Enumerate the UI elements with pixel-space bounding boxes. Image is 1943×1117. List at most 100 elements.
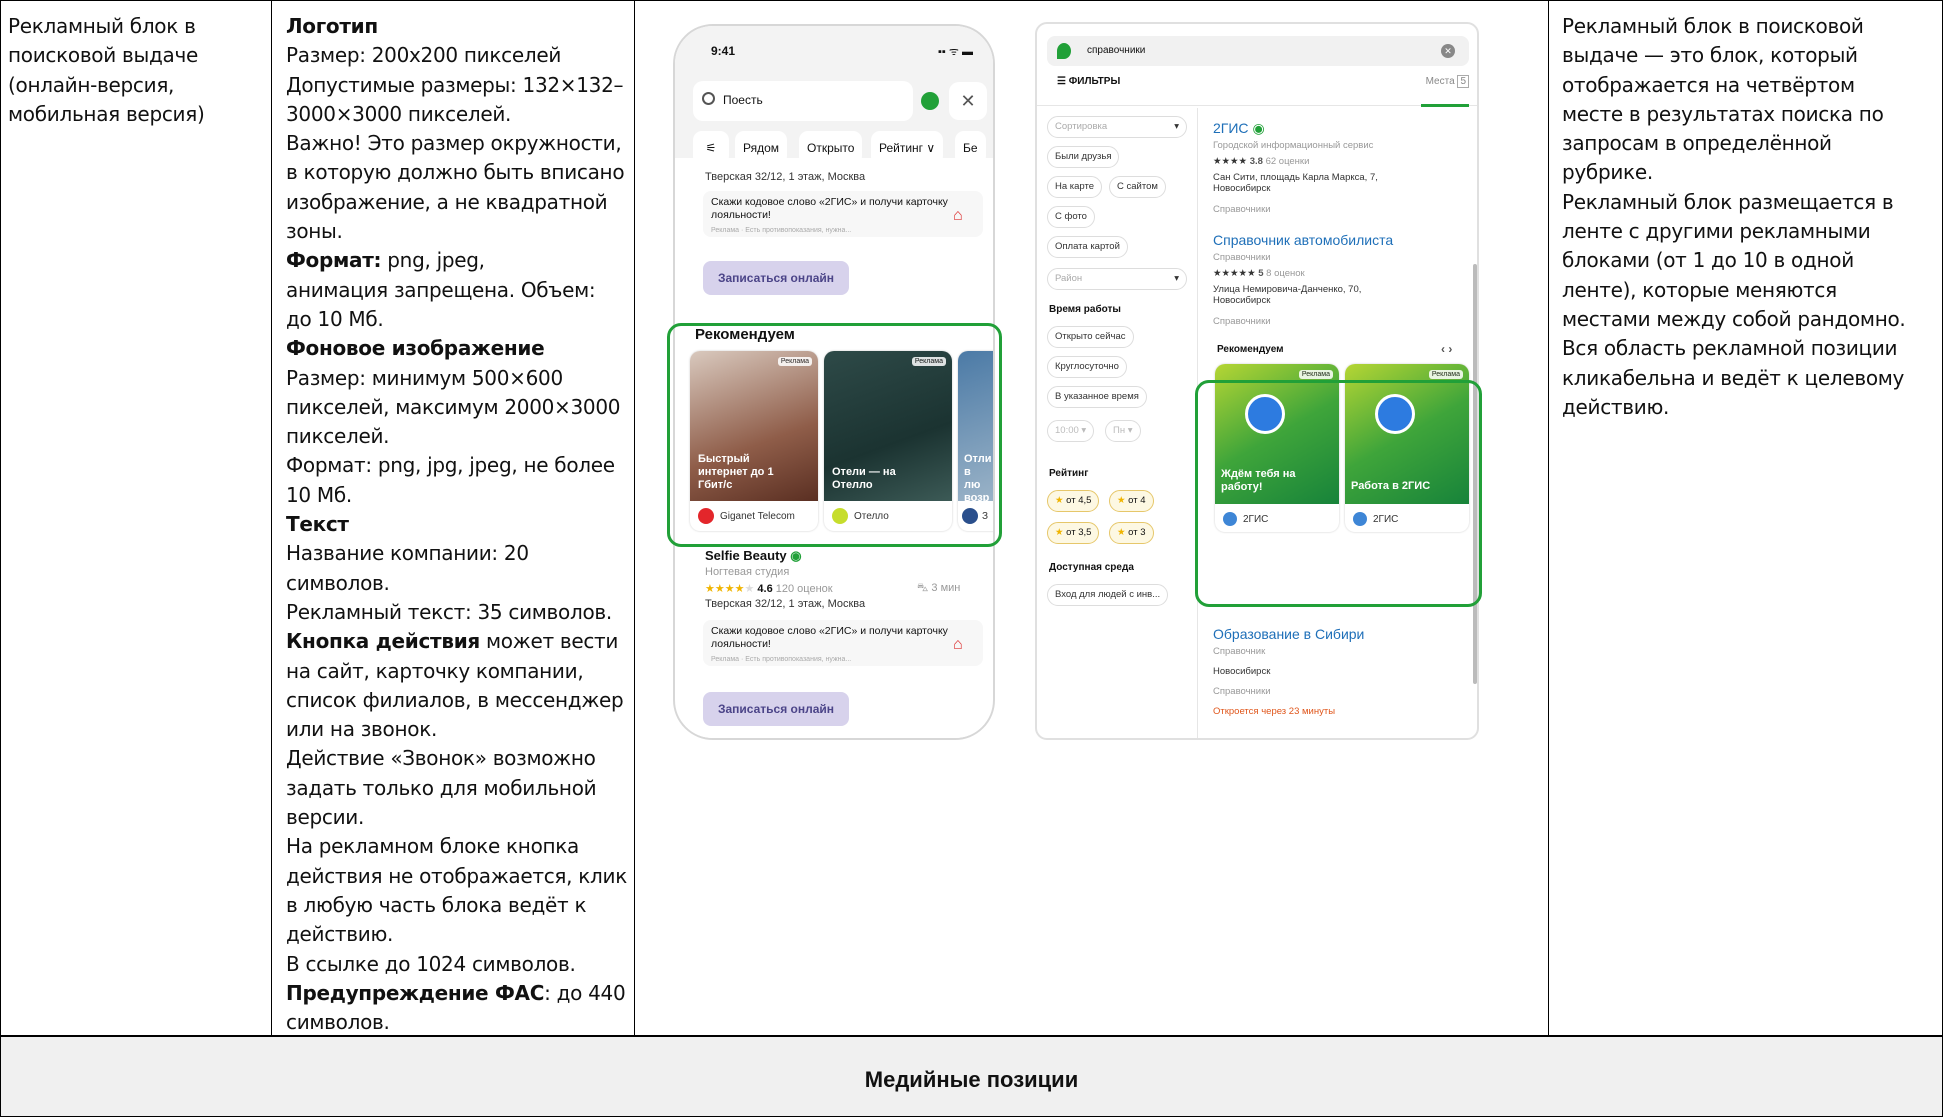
filter-with-photo[interactable]: С фото [1047,206,1095,228]
chip-nearby[interactable]: Рядом [735,131,788,165]
result-city: Новосибирск [1213,666,1271,677]
filter-24h[interactable]: Круглосуточно [1047,356,1127,378]
text: анимация запрещена. Объем: [286,277,596,302]
requirement-line: пикселей. [286,422,627,451]
requirement-line: список филиалов, в мессенджер [286,686,627,715]
filters-toggle[interactable]: ☰ ФИЛЬТРЫ [1057,76,1120,87]
rating-filter-45[interactable]: ★ от 4,5 [1047,490,1100,512]
places-tab[interactable]: Места 5 [1426,75,1469,88]
search-icon [702,92,715,105]
clear-icon[interactable]: ✕ [1441,44,1455,58]
description-line: ленте), которые меняются [1562,277,1837,302]
requirement-line: изображение, а не квадратной [286,188,627,217]
text: пикселей, максимум 2000×3000 [286,394,621,419]
time-select[interactable]: 10:00 ▾ [1047,420,1095,442]
car-icon: ⛍ [917,582,929,594]
book-online-button[interactable]: Записаться онлайн [703,692,849,726]
title-line: поисковой выдаче [8,43,198,68]
text: Важно! Это размер окружности, [286,131,622,156]
filter-open-now[interactable]: Открыто сейчас [1047,326,1134,348]
text: символов. [286,1010,390,1035]
requirement-line: Рекламный текст: 35 символов. [286,598,627,627]
requirement-line: Важно! Это размер окружности, [286,129,627,158]
search-input[interactable]: справочники ✕ [1047,36,1469,66]
result-address: Сан Сити, площадь Карла Маркса, 7, Новос… [1213,172,1378,194]
result-title-2gis[interactable]: 2ГИС ◉ [1213,120,1265,137]
rating-filter-3[interactable]: ★ от 3 [1109,522,1154,544]
section-header-media: Медийные позиции [0,1035,1943,1117]
book-online-button[interactable]: Записаться онлайн [703,261,849,295]
brand-icon: ⌂ [953,207,963,224]
sort-label: Сортировка [1055,121,1108,132]
result-card-top[interactable]: Тверская 32/12, 1 этаж, Москва Скажи код… [685,171,985,311]
requirement-line: до 10 Мб. [286,305,627,334]
rating-filter-label: от 4,5 [1066,495,1092,506]
distance-value: 3 мин [931,582,961,594]
text: Рекламный текст: 35 символов. [286,599,612,624]
reviews-count: 120 оценок [775,583,833,595]
filter-friends[interactable]: Были друзья [1047,146,1120,168]
section-title: Медийные позиции [864,1067,1079,1092]
recommend-title: Рекомендуем [1217,344,1284,355]
text: в которую должно быть вписано [286,160,625,185]
text: список филиалов, в мессенджер [286,687,624,712]
address: Тверская 32/12, 1 этаж, Москва [705,598,866,610]
filter-settings-icon[interactable]: ⚟ [693,131,729,165]
description-line: кликабельна и ведёт к целевому [1562,365,1905,390]
promo-disclaimer: Реклама · Есть противопоказания, нужна..… [711,656,852,663]
text: или на звонок. [286,717,438,742]
requirement-line: Фоновое изображение [286,334,627,363]
distance: ⛍ 3 мин [917,582,960,596]
result-title-education[interactable]: Образование в Сибири [1213,626,1364,642]
star-empty-icon: ★ [744,583,755,595]
work-time-title: Время работы [1049,304,1121,315]
filter-on-map[interactable]: На карте [1047,176,1103,198]
rating-row: ★★★★★ 4.6 120 оценок [705,582,833,595]
sort-select[interactable]: Сортировка ▾ [1047,116,1187,138]
filter-with-site[interactable]: С сайтом [1109,176,1166,198]
stars-icon: ★★★★★ [1213,268,1256,279]
rating-filter-4[interactable]: ★ от 4 [1109,490,1154,512]
title-line: мобильная версия) [8,101,205,126]
filter-accessible-entrance[interactable]: Вход для людей с инв... [1047,584,1169,606]
requirement-line: на сайт, карточку компании, [286,657,627,686]
company-type: Ногтевая студия [705,566,790,578]
requirement-line: Текст [286,510,627,539]
filter-chips: ⚟ Рядом Открыто Рейтинг ∨ Бе [693,131,993,167]
search-value: справочники [1087,45,1146,56]
chip-rating[interactable]: Рейтинг ∨ [871,131,944,165]
requirement-line: версии. [286,803,627,832]
title-line: Рекламный блок в [8,14,196,38]
reviews-count: 62 оценки [1265,156,1310,167]
close-button[interactable]: ✕ [949,82,987,120]
table-cell-title [0,0,272,1036]
star-icon: ★ [1055,527,1064,538]
opening-status: Откроется через 23 минуты [1213,706,1336,717]
result-category: Справочники [1213,204,1271,215]
result-card-selfie[interactable]: Selfie Beauty ◉ Ногтевая студия ★★★★★ 4.… [685,548,985,738]
search-input[interactable]: Поесть [693,81,913,121]
text: В ссылке до 1024 символов. [286,951,576,976]
result-address: Улица Немировича-Данченко, 70, Новосибир… [1213,284,1362,306]
brand-icon: ⌂ [953,636,963,653]
text: зоны. [286,219,343,244]
filter-card-payment[interactable]: Оплата картой [1047,236,1128,258]
rating-filter-35[interactable]: ★ от 3,5 [1047,522,1100,544]
chip-open[interactable]: Открыто [799,131,863,165]
verified-icon: ◉ [790,548,802,563]
text: пикселей. [286,424,390,449]
carousel-nav[interactable]: ‹ › [1441,342,1452,356]
district-select[interactable]: Район ▾ [1047,268,1187,290]
day-select[interactable]: Пн ▾ [1105,420,1141,442]
company-name: Selfie Beauty ◉ [705,548,802,564]
requirement-line: в которую должно быть вписано [286,158,627,187]
placement-title: Рекламный блок в поисковой выдаче (онлайн-… [8,12,205,129]
2gis-logo-icon [1057,43,1071,59]
result-title-auto[interactable]: Справочник автомобилиста [1213,232,1393,248]
rating-filter-label: от 4 [1128,495,1146,506]
chip-more[interactable]: Бе [955,131,986,165]
voice-icon[interactable] [921,92,939,110]
promo-box: Скажи кодовое слово «2ГИС» и получи карт… [703,620,983,666]
filter-custom-time[interactable]: В указанное время [1047,386,1147,408]
star-icon: ★ [1117,495,1126,506]
